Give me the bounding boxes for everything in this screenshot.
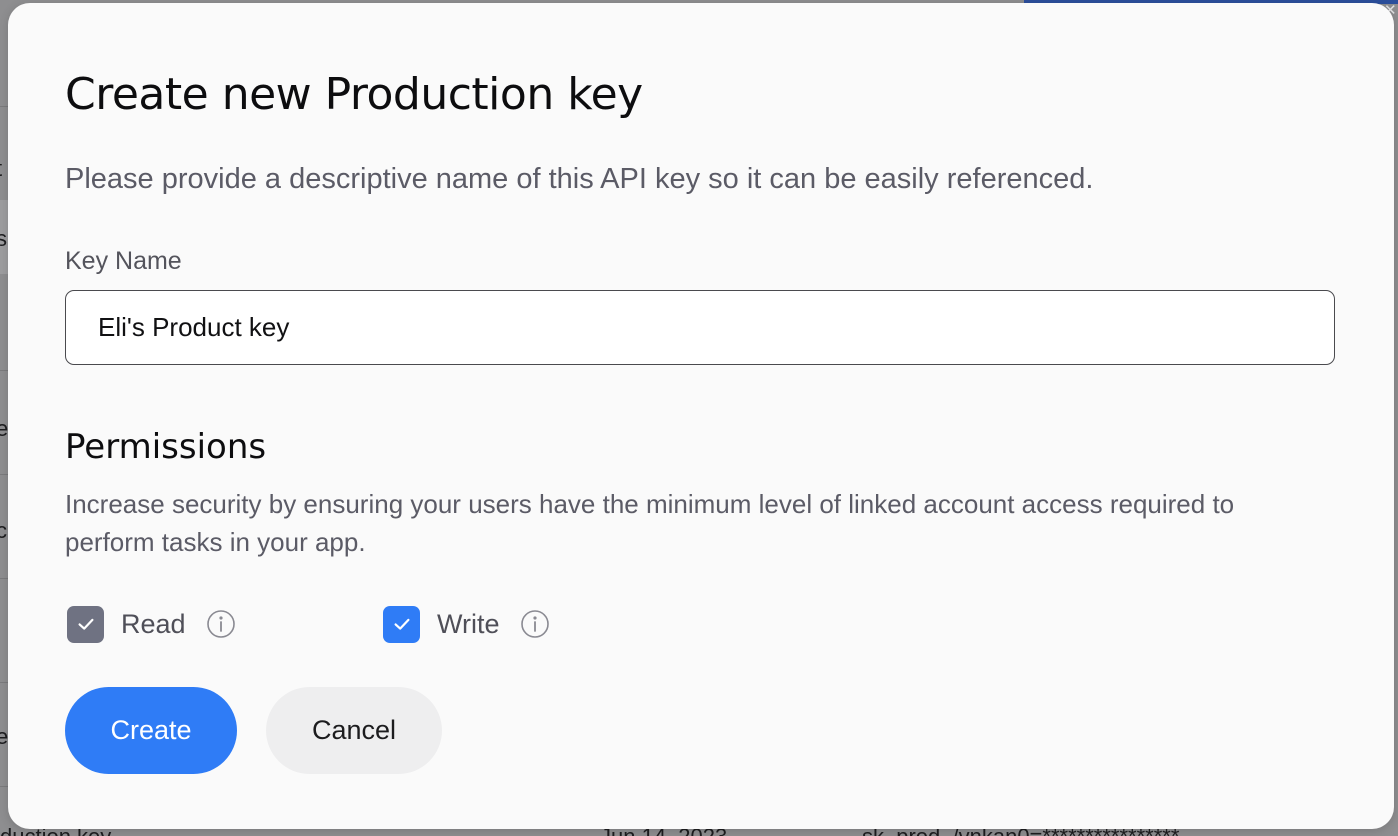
- write-checkbox[interactable]: [383, 605, 420, 643]
- permission-read-option[interactable]: Read: [67, 604, 236, 644]
- checkmark-icon: [393, 618, 410, 630]
- background-text-fragment: t: [0, 158, 2, 180]
- write-label: Write: [437, 609, 500, 639]
- cancel-button[interactable]: Cancel: [266, 687, 442, 774]
- background-text-fragment: e: [0, 724, 9, 749]
- write-info-icon[interactable]: [520, 609, 550, 639]
- read-info-icon[interactable]: [206, 609, 236, 639]
- checkmark-icon: [77, 618, 94, 630]
- permission-write-option[interactable]: Write: [383, 604, 550, 644]
- background-text-fragment: e: [0, 416, 9, 441]
- background-text-fragment: s: [0, 226, 7, 251]
- create-button[interactable]: Create: [65, 687, 237, 774]
- permissions-description: Increase security by ensuring your users…: [65, 489, 1235, 557]
- read-checkbox[interactable]: [67, 605, 104, 643]
- background-text-fragment: c: [0, 518, 7, 543]
- read-label: Read: [121, 609, 186, 639]
- key-name-label: Key Name: [65, 247, 182, 275]
- permissions-heading: Permissions: [65, 427, 267, 467]
- create-key-modal: Create new Production key Please provide…: [8, 3, 1394, 829]
- modal-title: Create new Production key: [65, 69, 643, 120]
- key-name-input[interactable]: [65, 290, 1335, 365]
- modal-description: Please provide a descriptive name of thi…: [65, 163, 1094, 195]
